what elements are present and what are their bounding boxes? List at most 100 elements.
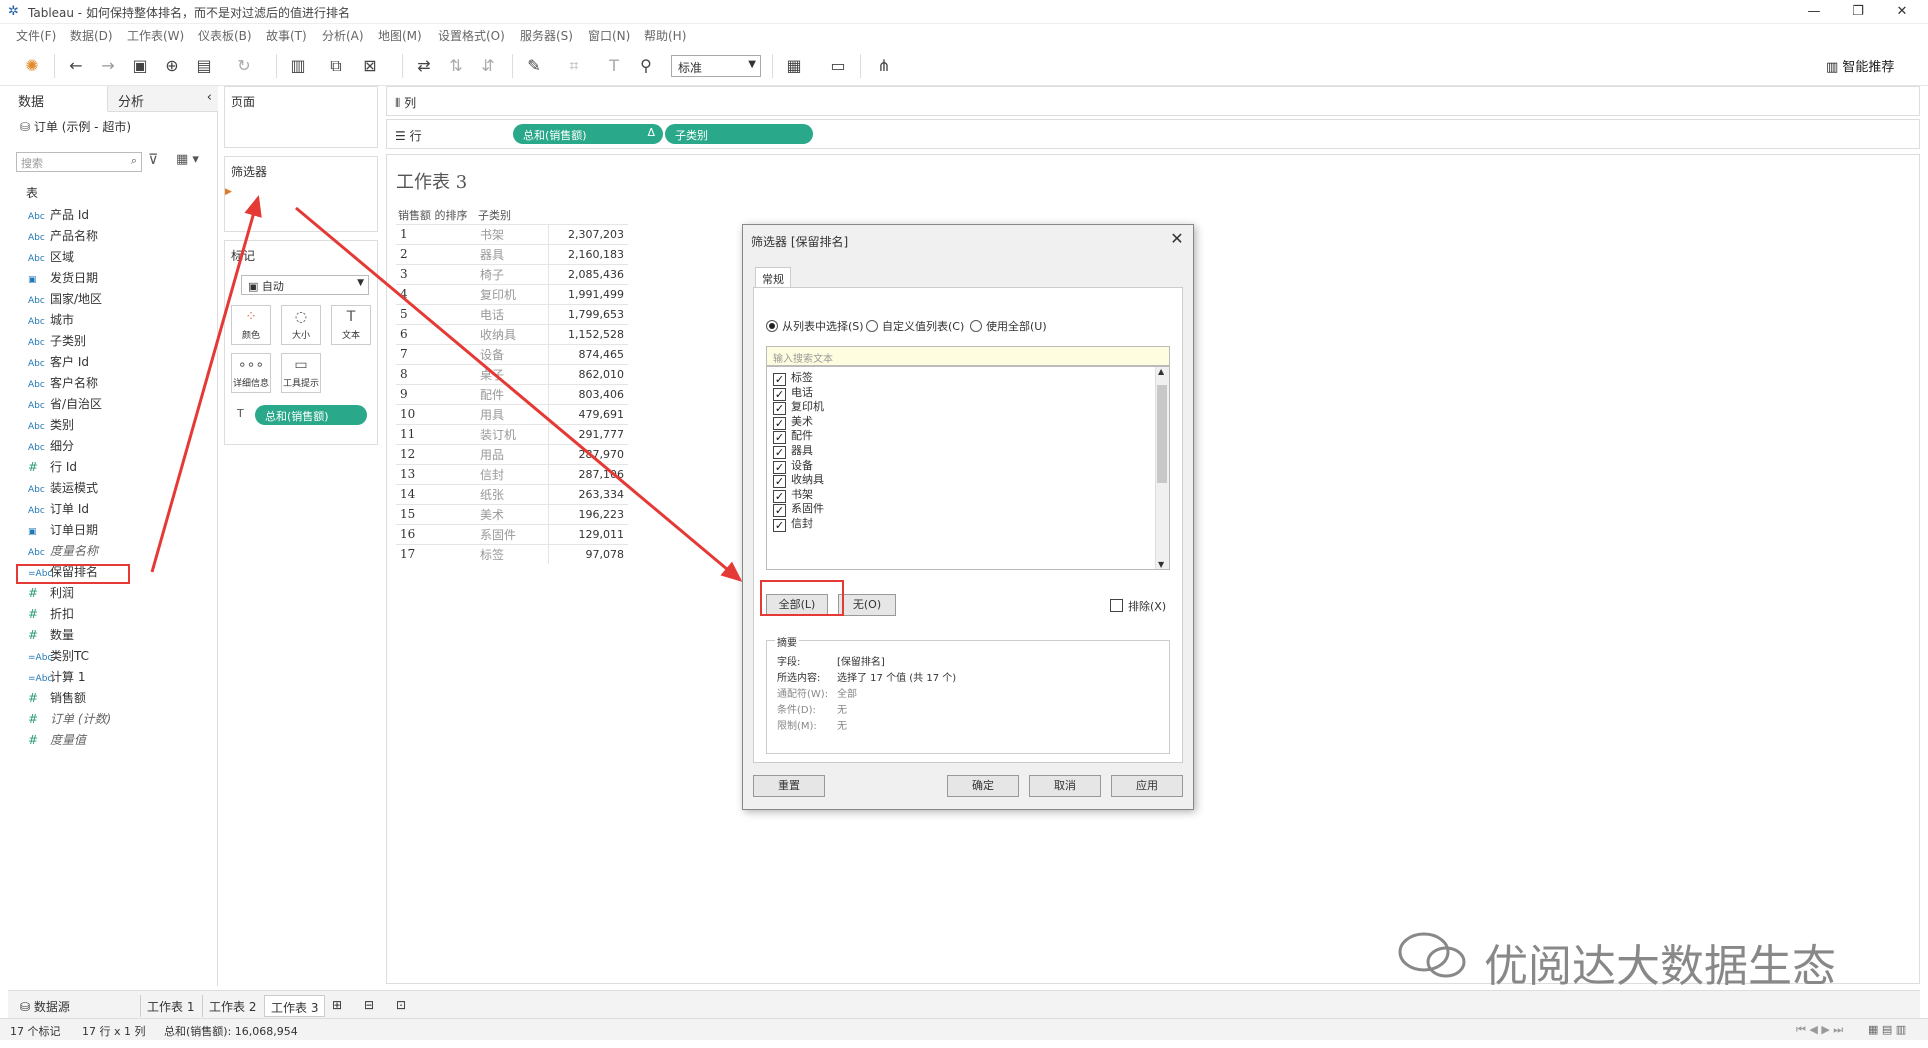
rows-pill-subcategory[interactable]: 子类别 bbox=[665, 124, 813, 144]
exclude-checkbox[interactable]: 排除(X) bbox=[1110, 598, 1166, 614]
new-worksheet-icon[interactable]: ▥ bbox=[286, 54, 310, 78]
highlight-icon[interactable]: ✎ bbox=[522, 54, 546, 78]
header-subcategory[interactable]: 子类别 bbox=[476, 206, 548, 224]
tab-datasource[interactable]: ⛁ 数据源 bbox=[14, 995, 76, 1017]
marks-pill-sum-sales[interactable]: 总和(销售额) bbox=[255, 405, 367, 425]
table-row[interactable]: 17 标签 97,078 bbox=[396, 543, 628, 564]
view-options-icon[interactable]: ▦ ▾ bbox=[176, 152, 199, 167]
field-item[interactable]: Abc 区域 bbox=[28, 248, 74, 266]
filter-icon[interactable]: ⊽ bbox=[148, 152, 158, 168]
menu-story[interactable]: 故事(T) bbox=[266, 27, 307, 44]
table-row[interactable]: 7 设备 874,465 bbox=[396, 343, 628, 364]
mark-type-select[interactable]: ▣ 自动 ▼ bbox=[241, 275, 369, 295]
reset-button[interactable]: 重置 bbox=[753, 775, 825, 797]
new-datasource-icon[interactable]: ⊕ bbox=[160, 54, 184, 78]
table-row[interactable]: 11 装订机 291,777 bbox=[396, 423, 628, 444]
field-item[interactable]: =Abc类别TC bbox=[28, 647, 89, 665]
field-item[interactable]: Abc 省/自治区 bbox=[28, 395, 102, 413]
radio-use-all[interactable]: 使用全部(U) bbox=[970, 318, 1047, 334]
field-item[interactable]: Abc 度量名称 bbox=[28, 542, 98, 560]
pin-icon[interactable]: ⚲ bbox=[634, 54, 658, 78]
table-row[interactable]: 4 复印机 1,991,499 bbox=[396, 283, 628, 304]
table-row[interactable]: 2 器具 2,160,183 bbox=[396, 243, 628, 264]
refresh-icon[interactable]: ↻ bbox=[232, 54, 256, 78]
field-item[interactable]: Abc 产品名称 bbox=[28, 227, 98, 245]
table-row[interactable]: 1 书架 2,307,203 bbox=[396, 223, 628, 244]
undo-icon[interactable]: ← bbox=[64, 54, 88, 78]
field-item[interactable]: # 订单 (计数) bbox=[28, 710, 111, 728]
cancel-button[interactable]: 取消 bbox=[1029, 775, 1101, 797]
field-item[interactable]: Abc 订单 Id bbox=[28, 500, 89, 518]
color-button[interactable]: ⁘ 颜色 bbox=[231, 305, 271, 345]
table-row[interactable]: 15 美术 196,223 bbox=[396, 503, 628, 524]
tab-sheet-3[interactable]: 工作表 3 bbox=[264, 995, 326, 1017]
list-item[interactable]: ✓ 信封 bbox=[773, 515, 813, 532]
menu-file[interactable]: 文件(F) bbox=[16, 27, 56, 44]
columns-shelf[interactable]: ⦀ 列 bbox=[386, 86, 1920, 116]
menu-map[interactable]: 地图(M) bbox=[378, 27, 422, 44]
tab-sheet-2[interactable]: 工作表 2 bbox=[202, 995, 262, 1017]
table-row[interactable]: 8 桌子 862,010 bbox=[396, 363, 628, 384]
clear-sheet-icon[interactable]: ⊠ bbox=[358, 54, 382, 78]
duplicate-sheet-icon[interactable]: ⧉ bbox=[324, 54, 348, 78]
table-row[interactable]: 6 收纳具 1,152,528 bbox=[396, 323, 628, 344]
field-item[interactable]: ▣ 发货日期 bbox=[28, 269, 98, 287]
table-row[interactable]: 14 纸张 263,334 bbox=[396, 483, 628, 504]
rows-pill-sum-sales[interactable]: 总和(销售额) Δ bbox=[513, 124, 663, 144]
table-row[interactable]: 16 系固件 129,011 bbox=[396, 523, 628, 544]
table-row[interactable]: 9 配件 803,406 bbox=[396, 383, 628, 404]
value-listbox[interactable]: ▲ ▼ ✓ 标签 ✓ 电话 ✓ 复印机 ✓ 美术 ✓ 配件 ✓ 器具 ✓ 设备 ✓ 收纳具 ✓ 书架 ✓ 系固件 ✓ 信封 bbox=[766, 366, 1170, 570]
field-item[interactable]: # 数量 bbox=[28, 626, 74, 644]
swap-icon[interactable]: ⇄ bbox=[412, 54, 436, 78]
field-item[interactable]: # 销售额 bbox=[28, 689, 86, 707]
field-item[interactable]: Abc 细分 bbox=[28, 437, 74, 455]
new-story-icon[interactable]: ⊡ bbox=[390, 995, 412, 1017]
table-row[interactable]: 5 电话 1,799,653 bbox=[396, 303, 628, 324]
header-rank[interactable]: 销售额 的排序 bbox=[396, 206, 476, 224]
rows-shelf[interactable]: ☰ 行 总和(销售额) Δ 子类别 bbox=[386, 119, 1920, 149]
field-item[interactable]: Abc 产品 Id bbox=[28, 206, 89, 224]
list-search-input[interactable]: 输入搜索文本 bbox=[766, 346, 1170, 366]
filters-shelf[interactable]: 筛选器 ▶ bbox=[224, 156, 378, 232]
table-row[interactable]: 12 用品 287,970 bbox=[396, 443, 628, 464]
field-item[interactable]: Abc 客户名称 bbox=[28, 374, 98, 392]
field-search-input[interactable]: 搜索 ⌕ bbox=[16, 152, 142, 172]
none-button[interactable]: 无(O) bbox=[838, 594, 896, 616]
field-item[interactable]: # 行 Id bbox=[28, 458, 77, 476]
field-item[interactable]: ▣ 订单日期 bbox=[28, 521, 98, 539]
tab-general[interactable]: 常规 bbox=[755, 267, 791, 287]
pause-updates-icon[interactable]: ▤ bbox=[192, 54, 216, 78]
menu-data[interactable]: 数据(D) bbox=[70, 27, 113, 44]
redo-icon[interactable]: → bbox=[96, 54, 120, 78]
menu-help[interactable]: 帮助(H) bbox=[644, 27, 686, 44]
tab-data[interactable]: 数据 bbox=[8, 86, 108, 112]
nav-first-icon[interactable]: ⏮ ◀ ▶ ⏭ bbox=[1796, 1023, 1843, 1037]
tab-sheet-1[interactable]: 工作表 1 bbox=[140, 995, 200, 1017]
sort-desc-icon[interactable]: ⇵ bbox=[476, 54, 500, 78]
datasource-item[interactable]: ⛁ 订单 (示例 - 超市) bbox=[20, 118, 131, 135]
radio-custom-list[interactable]: 自定义值列表(C) bbox=[866, 318, 964, 334]
collapse-icon[interactable]: ‹ bbox=[207, 90, 212, 105]
text-button[interactable]: T 文本 bbox=[331, 305, 371, 345]
field-item[interactable]: # 折扣 bbox=[28, 605, 74, 623]
close-window-button[interactable]: ✕ bbox=[1882, 2, 1922, 22]
field-item[interactable]: Abc 装运模式 bbox=[28, 479, 98, 497]
size-button[interactable]: ◌ 大小 bbox=[281, 305, 321, 345]
radio-select-from-list[interactable]: 从列表中选择(S) bbox=[766, 318, 864, 334]
table-row[interactable]: 3 椅子 2,085,436 bbox=[396, 263, 628, 284]
field-item[interactable]: Abc 客户 Id bbox=[28, 353, 89, 371]
save-icon[interactable]: ▣ bbox=[128, 54, 152, 78]
pages-shelf[interactable]: 页面 bbox=[224, 86, 378, 148]
table-row[interactable]: 13 信封 287,106 bbox=[396, 463, 628, 484]
field-item[interactable]: # 度量值 bbox=[28, 731, 86, 749]
view-grid-icon[interactable]: ▦ ▤ ▥ bbox=[1868, 1023, 1906, 1036]
scroll-thumb[interactable] bbox=[1157, 385, 1167, 483]
field-item[interactable]: Abc 类别 bbox=[28, 416, 74, 434]
show-cards-icon[interactable]: ▦ bbox=[782, 54, 806, 78]
field-item[interactable]: =Abc计算 1 bbox=[28, 668, 85, 686]
tab-analysis[interactable]: 分析 ‹ bbox=[108, 86, 218, 112]
apply-button[interactable]: 应用 bbox=[1111, 775, 1183, 797]
ok-button[interactable]: 确定 bbox=[947, 775, 1019, 797]
menu-worksheet[interactable]: 工作表(W) bbox=[127, 27, 184, 44]
presentation-icon[interactable]: ▭ bbox=[826, 54, 850, 78]
